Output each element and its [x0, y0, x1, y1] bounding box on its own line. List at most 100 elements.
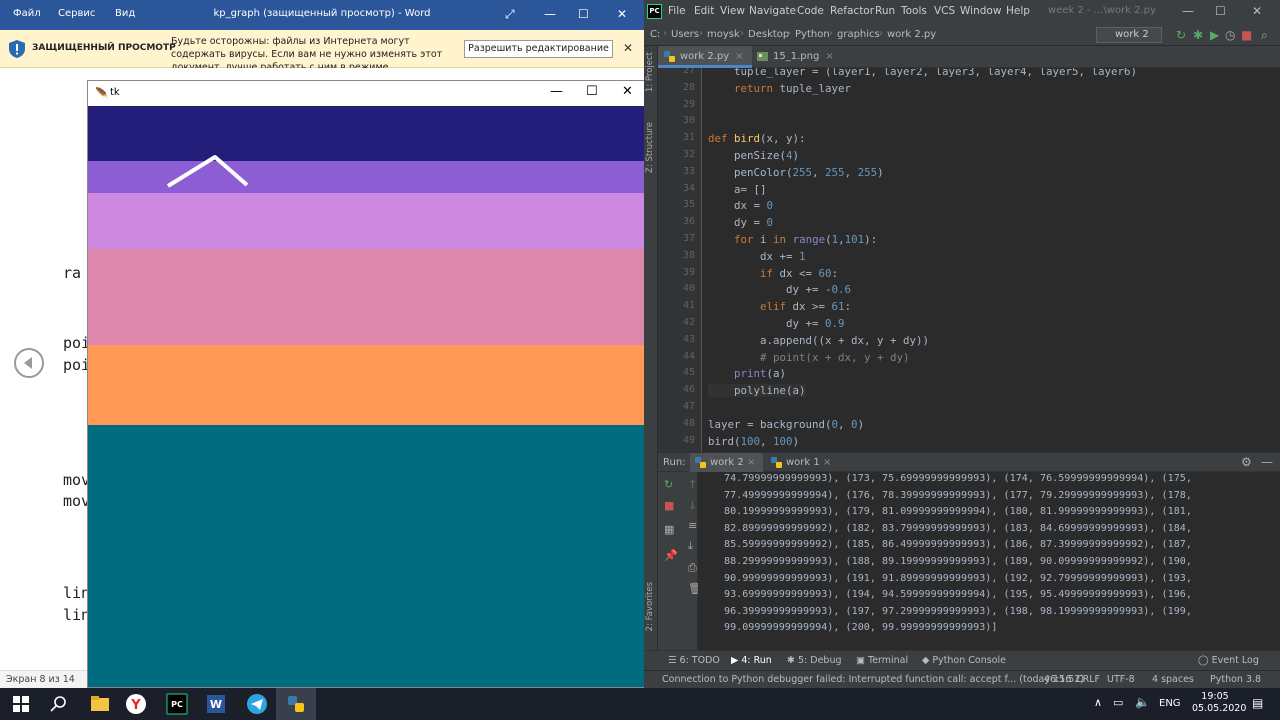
search-icon[interactable]: ⌕: [1261, 28, 1268, 43]
breadcrumb-graphics[interactable]: graphics: [837, 29, 880, 40]
debug-icon[interactable]: ✱: [1193, 28, 1203, 42]
run-console[interactable]: 74.79999999999993), (173, 75.69999999999…: [698, 472, 1280, 650]
stop-icon[interactable]: ■: [1241, 28, 1252, 42]
terminal-tab[interactable]: ▣ Terminal: [856, 655, 908, 666]
menu-vcs[interactable]: VCS: [934, 5, 955, 17]
tray-chevron-icon[interactable]: ∧: [1094, 696, 1102, 709]
tk-close-icon[interactable]: ✕: [622, 84, 633, 99]
menu-view[interactable]: View: [720, 5, 745, 17]
close-tab-icon[interactable]: ×: [747, 457, 755, 468]
code-line[interactable]: print(a): [708, 367, 786, 380]
breadcrumb-desktop[interactable]: Desktop: [748, 29, 789, 40]
tk-canvas[interactable]: [88, 106, 645, 688]
word-fullscreen-icon[interactable]: ⤢: [505, 7, 515, 22]
code-line[interactable]: a= []: [708, 183, 767, 196]
coverage-icon[interactable]: ▶: [1210, 28, 1219, 42]
layout-icon[interactable]: ▦: [664, 523, 674, 536]
favorites-tool-tab[interactable]: 2: Favorites: [645, 582, 655, 631]
close-tab-icon[interactable]: ×: [825, 51, 833, 62]
status-message[interactable]: Connection to Python debugger failed: In…: [662, 674, 1084, 685]
structure-tool-tab[interactable]: Z: Structure: [645, 122, 655, 173]
scroll-down-icon[interactable]: ↓: [688, 499, 697, 512]
menu-navigate[interactable]: Navigate: [749, 5, 796, 17]
menu-file[interactable]: File: [668, 5, 686, 17]
close-warning-icon[interactable]: ✕: [623, 41, 633, 55]
close-tab-icon[interactable]: ×: [735, 51, 743, 62]
previous-screen-button[interactable]: [14, 348, 44, 378]
tab-15-1-png[interactable]: 15_1.png ×: [751, 46, 842, 68]
yandex-browser-icon[interactable]: Y: [125, 693, 147, 715]
menu-refactor[interactable]: Refactor: [830, 5, 874, 17]
scroll-up-icon[interactable]: ↑: [688, 478, 697, 491]
menu-edit[interactable]: Edit: [694, 5, 714, 17]
soft-wrap-icon[interactable]: ≡: [688, 519, 697, 532]
file-explorer-icon[interactable]: [89, 693, 111, 715]
code-line[interactable]: def bird(x, y):: [708, 132, 806, 145]
code-editor[interactable]: 27 28 29 30 31 32 33 34 35 36 37 38 39 40 41 42 43 44 45 46…: [658, 68, 1280, 452]
run-tab[interactable]: ▶ 4: Run: [731, 655, 772, 666]
run-tab-work-2[interactable]: work 2 ×: [690, 453, 764, 473]
line-separator[interactable]: CRLF: [1076, 674, 1100, 685]
profile-icon[interactable]: ◷: [1225, 28, 1235, 42]
code-line[interactable]: layer = background(0, 0): [708, 418, 864, 431]
word-taskbar-icon[interactable]: W: [205, 693, 227, 715]
code-line[interactable]: penSize(4): [708, 149, 799, 162]
code-line[interactable]: # point(x + dx, y + dy): [708, 351, 910, 364]
pycharm-taskbar-icon[interactable]: PC: [166, 693, 188, 715]
breadcrumb-moysk[interactable]: moysk: [707, 29, 740, 40]
volume-icon[interactable]: 🔈: [1135, 695, 1150, 709]
caret-position[interactable]: 46:16: [1044, 674, 1071, 685]
pc-close-icon[interactable]: ✕: [1252, 4, 1262, 18]
pin-icon[interactable]: 📌: [664, 549, 678, 562]
telegram-icon[interactable]: [246, 693, 268, 715]
gear-icon[interactable]: ⚙: [1241, 455, 1252, 469]
code-line[interactable]: dy += -0.6: [708, 283, 851, 296]
code-line[interactable]: return tuple_layer: [708, 82, 851, 95]
word-close-icon[interactable]: ✕: [617, 7, 627, 21]
menu-help[interactable]: Help: [1006, 5, 1030, 17]
menu-window[interactable]: Window: [960, 5, 1001, 17]
breadcrumb-python[interactable]: Python: [795, 29, 830, 40]
code-line[interactable]: dy = 0: [708, 216, 773, 229]
code-line[interactable]: if dx <= 60:: [708, 267, 838, 280]
python-interpreter[interactable]: Python 3.8: [1210, 674, 1261, 685]
menu-run[interactable]: Run: [875, 5, 895, 17]
breadcrumb-drive[interactable]: C:: [650, 29, 660, 40]
code-line[interactable]: penColor(255, 255, 255): [708, 166, 884, 179]
close-tab-icon[interactable]: ×: [823, 457, 831, 468]
breadcrumb-file[interactable]: work 2.py: [887, 29, 936, 40]
menu-tools[interactable]: Tools: [901, 5, 927, 17]
debug-tab[interactable]: ✱ 5: Debug: [787, 655, 842, 666]
tab-work-2-py[interactable]: work 2.py ×: [658, 46, 752, 68]
code-line[interactable]: dx = 0: [708, 199, 773, 212]
rerun-icon[interactable]: ↻: [1176, 28, 1186, 42]
pc-minimize-icon[interactable]: —: [1182, 4, 1194, 18]
code-line[interactable]: for i in range(1,101):: [708, 233, 877, 246]
clock[interactable]: 19:05 05.05.2020: [1192, 691, 1246, 715]
menu-code[interactable]: Code: [797, 5, 824, 17]
code-line[interactable]: bird(100, 100): [708, 435, 799, 448]
tk-minimize-icon[interactable]: —: [550, 84, 563, 99]
enable-editing-button[interactable]: Разрешить редактирование: [464, 40, 613, 58]
print-icon[interactable]: ⎙: [688, 561, 697, 575]
run-tab-work-1[interactable]: work 1 ×: [766, 453, 839, 473]
code-line[interactable]: dy += 0.9: [708, 317, 845, 330]
pc-maximize-icon[interactable]: ☐: [1215, 4, 1226, 18]
code-line[interactable]: elif dx >= 61:: [708, 300, 851, 313]
network-icon[interactable]: ▭: [1113, 696, 1123, 709]
code-line[interactable]: a.append((x + dx, y + dy)): [708, 334, 929, 347]
code-line[interactable]: polyline(a): [708, 384, 806, 398]
tk-titlebar[interactable]: 🪶 tk — ☐ ✕: [88, 81, 645, 106]
project-tool-tab[interactable]: 1: Project: [645, 52, 655, 92]
breadcrumb-users[interactable]: Users: [671, 29, 699, 40]
todo-tab[interactable]: ☰ 6: TODO: [668, 655, 720, 666]
python-console-tab[interactable]: ◆ Python Console: [922, 655, 1006, 666]
word-minimize-icon[interactable]: —: [544, 7, 556, 21]
code-line[interactable]: tuple_layer = (layer1, layer2, layer3, l…: [708, 68, 1137, 78]
search-icon[interactable]: [48, 693, 70, 715]
run-configuration-select[interactable]: work 2: [1096, 27, 1162, 43]
windows-start-icon[interactable]: [10, 693, 32, 715]
code-line[interactable]: dx += 1: [708, 250, 806, 263]
keyboard-language[interactable]: ENG: [1159, 698, 1181, 709]
notifications-icon[interactable]: ▤: [1252, 696, 1263, 710]
